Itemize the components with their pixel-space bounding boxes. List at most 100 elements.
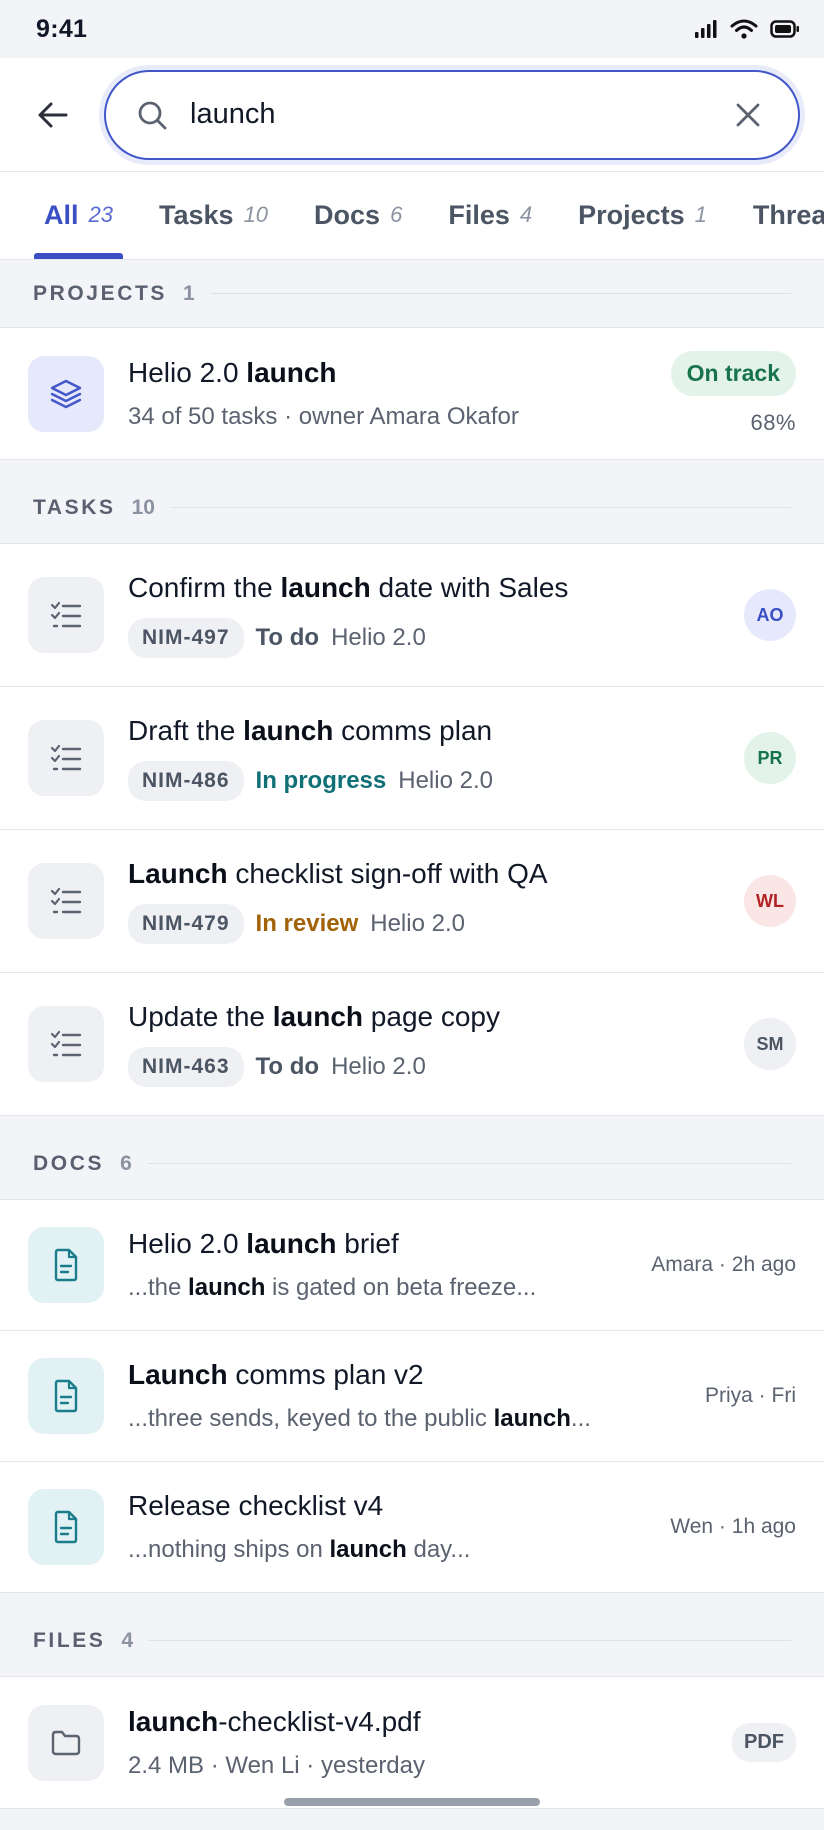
doc-main: Helio 2.0 launch brief ...the launch is g…	[128, 1228, 639, 1302]
task-meta: NIM-486 In progress Helio 2.0	[128, 761, 732, 801]
task-result-row[interactable]: Draft the launch comms plan NIM-486 In pro…	[0, 687, 824, 830]
search-icon	[138, 101, 167, 129]
task-title: Update the launch page copy	[128, 1001, 501, 1032]
battery-icon	[770, 20, 799, 38]
tab-threads[interactable]: Threads	[753, 172, 824, 259]
tab-tasks[interactable]: Tasks 10	[159, 172, 268, 259]
section-title: TASKS	[33, 495, 116, 519]
section-divider	[149, 1640, 791, 1641]
doc-snippet: ...three sends, keyed to the public laun…	[128, 1405, 591, 1432]
tab-docs[interactable]: Docs 6	[314, 172, 402, 259]
task-icon-tile	[28, 577, 104, 653]
task-project: Helio 2.0	[331, 1053, 426, 1080]
task-main: Confirm the launch date with Sales NIM-49…	[128, 572, 732, 658]
project-title: Helio 2.0 launch	[128, 356, 337, 388]
tab-projects[interactable]: Projects 1	[578, 172, 707, 259]
tab-all[interactable]: All 23	[34, 172, 123, 259]
project-subtitle: 34 of 50 tasks · owner Amara Okafor	[128, 402, 519, 430]
arrow-left-icon	[38, 102, 68, 127]
search-input[interactable]	[190, 98, 728, 131]
clear-search-button[interactable]	[728, 95, 768, 135]
section-header-files: FILES 4	[0, 1593, 824, 1677]
avatar: WL	[744, 875, 796, 927]
task-id-badge: NIM-463	[128, 1047, 244, 1087]
task-meta: NIM-497 To do Helio 2.0	[128, 618, 732, 658]
doc-result-row[interactable]: Release checklist v4 ...nothing ships on …	[0, 1462, 824, 1593]
tab-count: 6	[390, 202, 403, 227]
task-status: To do	[255, 1053, 320, 1080]
doc-main: Release checklist v4 ...nothing ships on …	[128, 1490, 658, 1564]
tab-label: Projects	[578, 199, 685, 230]
task-title: Draft the launch comms plan	[128, 715, 493, 746]
file-title: launch-checklist-v4.pdf	[128, 1705, 421, 1737]
project-icon-tile	[28, 355, 104, 432]
file-main: launch-checklist-v4.pdf 2.4 MB · Wen Li …	[128, 1706, 720, 1780]
project-progress-percent: 68%	[750, 410, 796, 435]
doc-title: Helio 2.0 launch brief	[128, 1228, 399, 1259]
doc-title: Launch comms plan v2	[128, 1359, 424, 1390]
project-result-row[interactable]: Helio 2.0 launch 34 of 50 tasks · owner …	[0, 328, 824, 460]
task-title: Confirm the launch date with Sales	[128, 572, 569, 603]
doc-snippet: ...the launch is gated on beta freeze...	[128, 1274, 537, 1301]
task-main: Draft the launch comms plan NIM-486 In pro…	[128, 715, 732, 801]
section-count: 1	[183, 281, 195, 305]
folder-icon	[51, 1730, 81, 1755]
section-divider	[170, 507, 791, 508]
task-result-row[interactable]: Update the launch page copy NIM-463 To do H…	[0, 973, 824, 1116]
section-header-projects: PROJECTS 1	[0, 260, 824, 328]
home-indicator[interactable]	[284, 1798, 540, 1806]
checklist-icon	[50, 1030, 82, 1057]
back-button[interactable]	[30, 92, 76, 138]
task-title: Launch checklist sign-off with QA	[128, 858, 548, 889]
search-box[interactable]	[104, 69, 800, 160]
doc-icon-tile	[28, 1489, 104, 1565]
task-icon-tile	[28, 720, 104, 796]
project-status-group: On track 68%	[670, 351, 796, 436]
section-header-docs: DOCS 6	[0, 1116, 824, 1200]
tab-files[interactable]: Files 4	[448, 172, 532, 259]
doc-icon-tile	[28, 1227, 104, 1303]
tab-label: Threads	[752, 199, 824, 230]
task-result-row[interactable]: Confirm the launch date with Sales NIM-49…	[0, 544, 824, 687]
section-header-tasks: TASKS 10	[0, 460, 824, 544]
doc-icon-tile	[28, 1358, 104, 1434]
document-icon	[54, 1248, 78, 1282]
doc-meta: Priya · Fri	[705, 1384, 796, 1407]
tab-label: Files	[448, 199, 510, 230]
section-count: 4	[121, 1628, 134, 1652]
doc-list: Helio 2.0 launch brief ...the launch is g…	[0, 1200, 824, 1593]
file-type-badge: PDF	[732, 1723, 796, 1762]
file-icon-tile	[28, 1704, 104, 1781]
cellular-signal-icon	[695, 20, 717, 38]
tab-count: 1	[694, 202, 707, 227]
task-id-badge: NIM-486	[128, 761, 244, 801]
task-icon-tile	[28, 1006, 104, 1082]
task-result-row[interactable]: Launch checklist sign-off with QA NIM-479…	[0, 830, 824, 973]
status-badge: On track	[670, 351, 796, 396]
avatar: SM	[744, 1018, 796, 1070]
status-bar: 9:41	[0, 0, 824, 58]
section-divider	[210, 293, 791, 294]
task-id-badge: NIM-479	[128, 904, 244, 944]
doc-result-row[interactable]: Helio 2.0 launch brief ...the launch is g…	[0, 1200, 824, 1331]
section-count: 6	[120, 1151, 132, 1175]
task-status: To do	[255, 624, 320, 651]
layers-icon	[50, 379, 82, 408]
tab-count: 4	[519, 202, 533, 227]
doc-meta: Wen · 1h ago	[670, 1515, 796, 1538]
tab-label: All	[44, 199, 79, 230]
tab-label: Tasks	[159, 199, 234, 230]
task-project: Helio 2.0	[370, 910, 465, 937]
task-project: Helio 2.0	[331, 624, 426, 651]
section-divider	[147, 1163, 791, 1164]
project-main: Helio 2.0 launch 34 of 50 tasks · owner …	[128, 357, 659, 431]
doc-title: Release checklist v4	[128, 1490, 384, 1521]
section-title: PROJECTS	[33, 281, 167, 305]
tab-count: 23	[88, 202, 113, 227]
file-result-row[interactable]: launch-checklist-v4.pdf 2.4 MB · Wen Li …	[0, 1677, 824, 1809]
task-icon-tile	[28, 863, 104, 939]
doc-result-row[interactable]: Launch comms plan v2 ...three sends, keye…	[0, 1331, 824, 1462]
section-count: 10	[131, 495, 155, 519]
task-main: Update the launch page copy NIM-463 To do H…	[128, 1001, 732, 1087]
task-status: In progress	[255, 767, 387, 794]
